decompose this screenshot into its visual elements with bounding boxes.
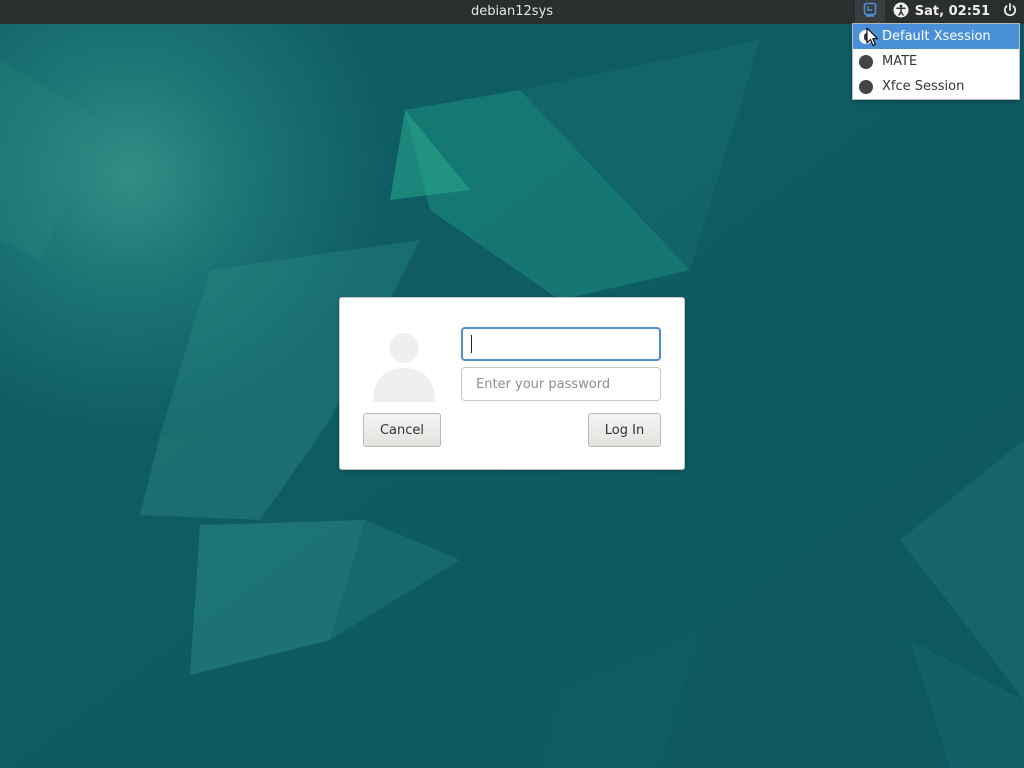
- session-option-label: Xfce Session: [882, 79, 965, 94]
- session-option-xfce[interactable]: Xfce Session: [853, 74, 1019, 99]
- session-option-label: Default Xsession: [882, 29, 991, 44]
- username-input[interactable]: [461, 327, 661, 361]
- radio-icon: [859, 54, 873, 69]
- user-avatar: [370, 328, 438, 402]
- session-selector-button[interactable]: [854, 0, 885, 24]
- mouse-pointer-icon: [866, 27, 880, 47]
- login-dialog: Cancel Log In: [339, 297, 685, 470]
- top-panel: debian12sys Sat, 02:51: [0, 0, 1024, 24]
- accessibility-icon: [893, 2, 909, 22]
- clock-label[interactable]: Sat, 02:51: [915, 0, 990, 24]
- power-icon: [1002, 2, 1018, 22]
- session-selector-icon: [863, 2, 877, 22]
- text-caret: [471, 335, 472, 353]
- session-option-label: MATE: [882, 54, 918, 69]
- login-button[interactable]: Log In: [588, 413, 661, 447]
- accessibility-button[interactable]: [891, 0, 911, 24]
- panel-indicators: Sat, 02:51: [854, 0, 1024, 24]
- radio-icon: [859, 79, 873, 94]
- session-option-mate[interactable]: MATE: [853, 49, 1019, 74]
- cancel-button[interactable]: Cancel: [363, 413, 441, 447]
- power-button[interactable]: [996, 0, 1024, 24]
- password-input[interactable]: [461, 367, 661, 401]
- user-silhouette-icon: [373, 333, 435, 402]
